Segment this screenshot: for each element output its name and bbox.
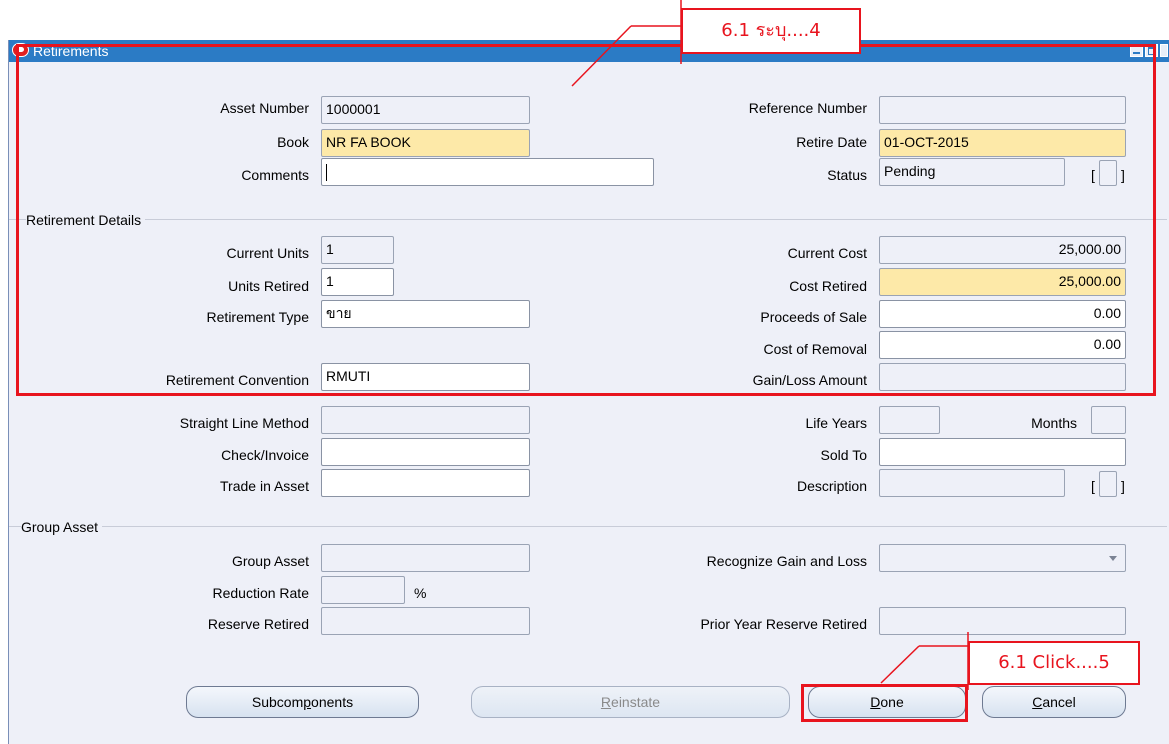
trade-in-asset-field[interactable] [321, 469, 530, 497]
recognize-gain-loss-select[interactable] [879, 544, 1126, 572]
mnemonic-underline: C [1032, 694, 1043, 710]
prior-year-reserve-retired-field[interactable] [879, 607, 1126, 635]
life-years-field[interactable] [879, 406, 940, 434]
check-invoice-label: Check/Invoice [221, 447, 309, 463]
callout-step-5: 6.1 Click....5 [968, 641, 1140, 685]
close-icon[interactable] [1160, 44, 1168, 57]
highlight-done-button [801, 684, 968, 722]
section-divider [9, 526, 1167, 527]
sold-to-label: Sold To [820, 447, 867, 463]
bracket-open: [ [1091, 478, 1095, 494]
reduction-rate-field[interactable] [321, 576, 405, 604]
reduction-rate-label: Reduction Rate [212, 585, 309, 601]
bracket-close: ] [1121, 478, 1125, 494]
cancel-button[interactable]: Cancel [982, 686, 1126, 718]
reinstate-button[interactable]: Reinstate [471, 686, 790, 718]
group-asset-label: Group Asset [231, 553, 309, 569]
straight-line-method-label: Straight Line Method [179, 415, 309, 431]
life-years-label: Life Years [805, 415, 868, 431]
percent-unit: % [414, 585, 427, 601]
mnemonic-underline: p [303, 694, 312, 710]
description-flex-field[interactable] [1099, 471, 1117, 497]
group-asset-field[interactable] [321, 544, 530, 572]
mnemonic-underline: R [600, 694, 612, 710]
description-field[interactable] [879, 469, 1065, 497]
trade-in-asset-label: Trade in Asset [220, 478, 309, 494]
reserve-retired-label: Reserve Retired [207, 616, 309, 632]
check-invoice-field[interactable] [321, 438, 530, 466]
reserve-retired-field[interactable] [321, 607, 530, 635]
highlight-region-retirement-details [16, 44, 1156, 396]
months-label: Months [1031, 415, 1077, 431]
description-label: Description [796, 478, 867, 494]
sold-to-field[interactable] [879, 438, 1126, 466]
subcomponents-button[interactable]: Subcomponents [186, 686, 419, 718]
straight-line-method-field[interactable] [321, 406, 530, 434]
prior-year-reserve-retired-label: Prior Year Reserve Retired [700, 616, 867, 632]
group-asset-title: Group Asset [21, 517, 103, 537]
callout-step-4: 6.1 ระบุ....4 [681, 8, 861, 54]
months-field[interactable] [1091, 406, 1126, 434]
recognize-gain-loss-label: Recognize Gain and Loss [706, 553, 867, 569]
chevron-down-icon[interactable] [1109, 556, 1117, 561]
